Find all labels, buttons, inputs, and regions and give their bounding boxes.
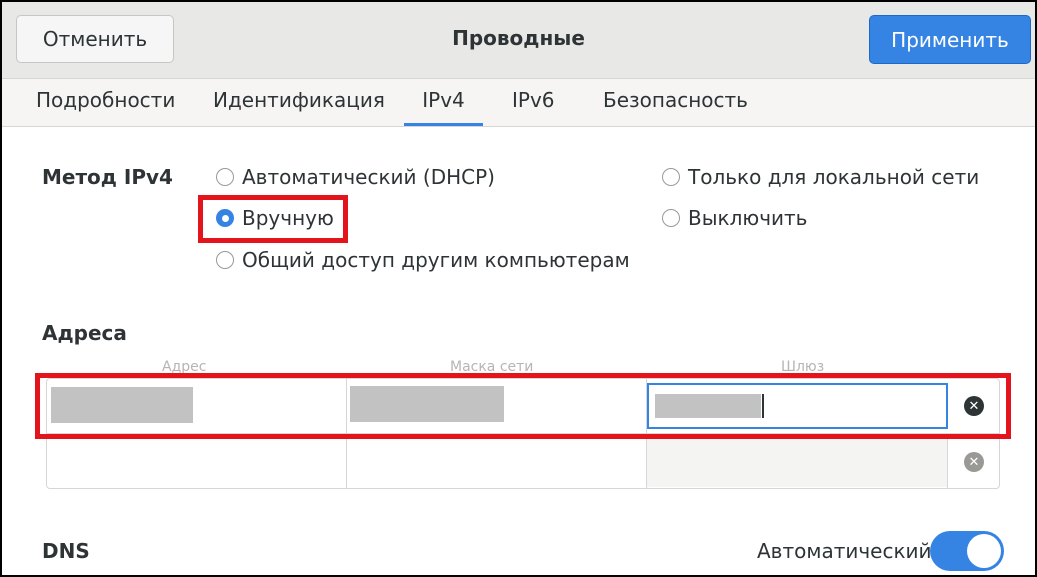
dns-auto-label: Автоматический	[757, 539, 932, 563]
radio-shared-label: Общий доступ другим компьютерам	[242, 248, 630, 272]
netmask-input-row2[interactable]	[347, 434, 646, 487]
radio-unchecked-icon[interactable]	[216, 168, 234, 186]
tab-bar: Подробности Идентификация IPv4 IPv6 Безо…	[2, 79, 1035, 127]
dns-label: DNS	[42, 539, 90, 563]
radio-link-local-label: Только для локальной сети	[688, 165, 980, 189]
radio-auto-dhcp-label: Автоматический (DHCP)	[242, 165, 495, 189]
radio-unchecked-icon[interactable]	[216, 251, 234, 269]
apply-button[interactable]: Применить	[869, 15, 1031, 64]
radio-disabled[interactable]: Выключить	[662, 206, 807, 230]
toggle-knob	[967, 534, 1001, 568]
tab-security[interactable]: Безопасность	[603, 88, 748, 126]
header-bar: Отменить Проводные Применить	[2, 2, 1035, 79]
tab-ipv6[interactable]: IPv6	[512, 88, 555, 126]
addresses-highlight-box	[35, 373, 1011, 439]
radio-unchecked-icon[interactable]	[662, 209, 680, 227]
dns-auto-toggle[interactable]	[930, 531, 1004, 571]
radio-auto-dhcp[interactable]: Автоматический (DHCP)	[216, 165, 495, 189]
ipv4-method-label: Метод IPv4	[42, 165, 173, 189]
tab-identity[interactable]: Идентификация	[213, 88, 385, 126]
column-divider	[947, 434, 948, 488]
address-input-row2[interactable]	[47, 434, 346, 487]
radio-link-local[interactable]: Только для локальной сети	[662, 165, 979, 189]
radio-shared[interactable]: Общий доступ другим компьютерам	[216, 248, 630, 272]
radio-manual[interactable]: Вручную	[216, 206, 334, 230]
gateway-input-row2[interactable]	[647, 434, 947, 487]
tab-details[interactable]: Подробности	[36, 88, 175, 126]
tab-ipv4[interactable]: IPv4	[404, 88, 483, 126]
radio-unchecked-icon[interactable]	[662, 168, 680, 186]
radio-disabled-label: Выключить	[688, 206, 808, 230]
addresses-label: Адреса	[42, 321, 127, 345]
radio-checked-icon[interactable]	[216, 209, 234, 227]
network-settings-dialog: Отменить Проводные Применить Подробности…	[0, 0, 1037, 577]
radio-manual-label: Вручную	[242, 206, 334, 230]
delete-row-icon[interactable]: ✕	[964, 452, 984, 472]
